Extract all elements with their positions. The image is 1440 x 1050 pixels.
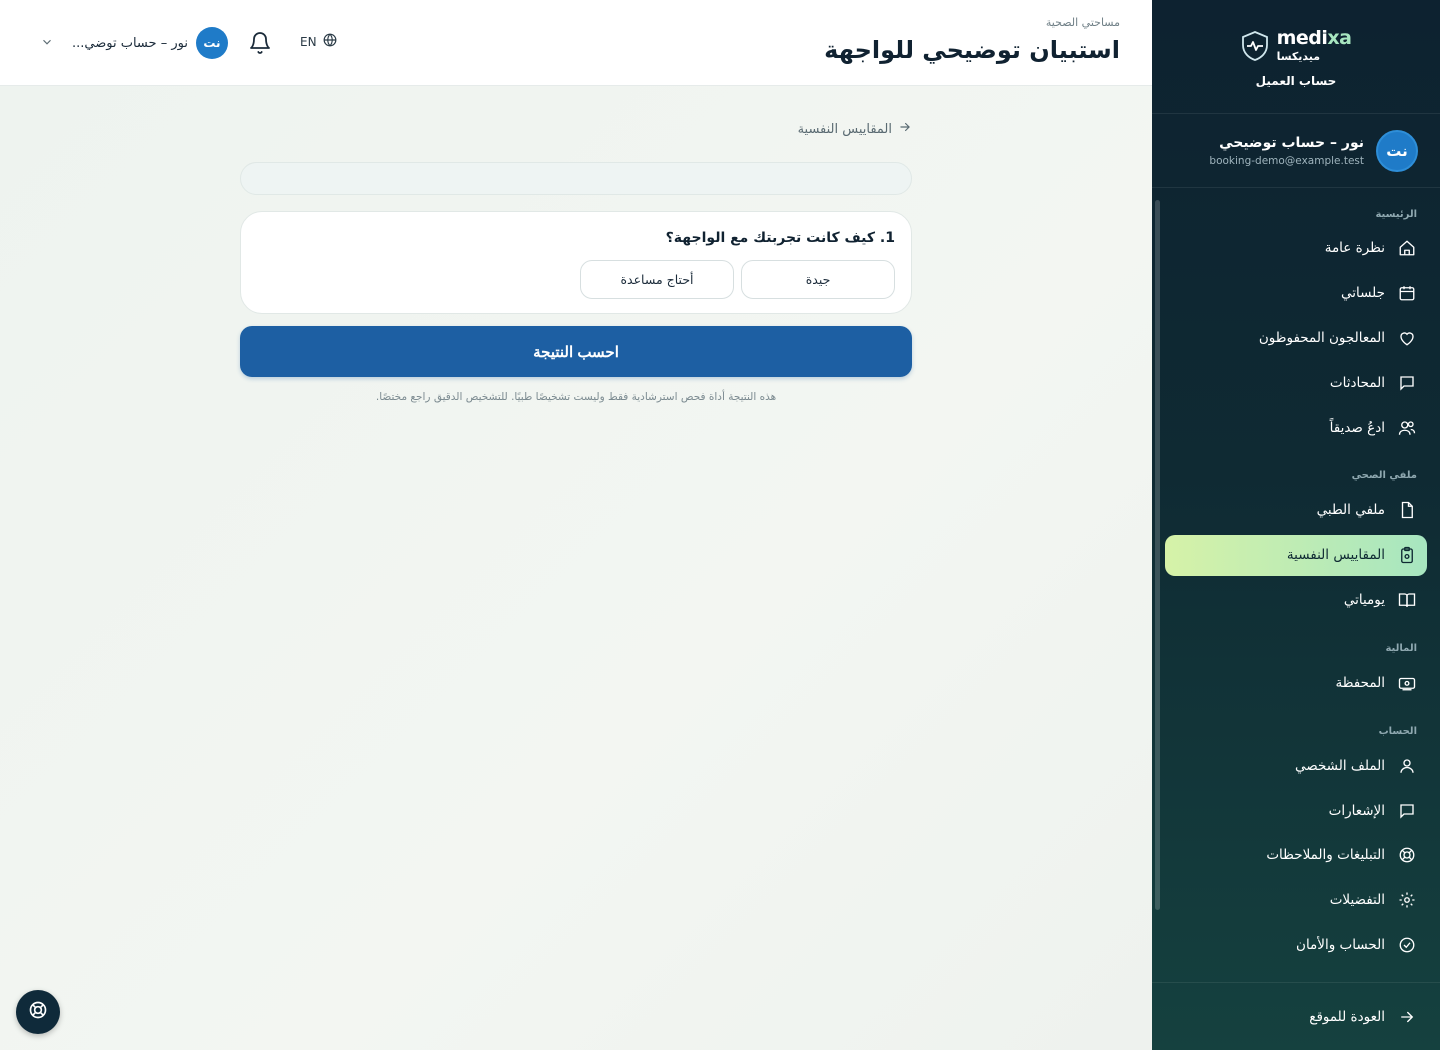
back-to-site-link[interactable]: العودة للموقع [1152,982,1440,1050]
sidebar-item-label: ملفي الطبي [1316,502,1385,519]
sidebar-item-label: التفضيلات [1329,892,1385,909]
sidebar-item-saved-therapists[interactable]: المعالجون المحفوظون [1165,316,1427,361]
option-need-help[interactable]: أحتاج مساعدة [580,260,734,299]
sidebar-profile[interactable]: نت نور – حساب توضيحي booking-demo@exampl… [1152,114,1440,188]
brand-area: medixa ميديكسا حساب العميل [1152,0,1440,114]
sidebar-item-label: المحادثات [1329,374,1385,391]
clipboard-icon [1397,545,1417,565]
help-button[interactable] [16,990,60,1034]
sidebar-nav: الرئيسية نظرة عامة جلساتي المعالجون المح… [1152,196,1440,967]
sidebar-item-diary[interactable]: يومياتي [1165,578,1427,623]
sidebar-item-preferences[interactable]: التفضيلات [1165,878,1427,923]
section-account: الحساب [1378,725,1417,737]
wallet-icon [1397,673,1417,693]
chevron-down-icon [40,34,54,53]
profile-email: booking-demo@example.test [1209,154,1364,167]
brand-name-en-part1: medi [1276,27,1328,49]
user-menu[interactable]: نور – حساب توضي... نت [40,27,228,59]
section-health: ملفي الصحي [1351,470,1417,482]
sidebar-item-label: المعالجون المحفوظون [1258,329,1385,346]
check-circle-icon [1397,935,1417,955]
sidebar-item-label: نظرة عامة [1324,240,1385,257]
back-link-label: المقاييس النفسية [797,121,892,137]
sidebar-item-reports[interactable]: التبليغات والملاحظات [1165,833,1427,878]
disclaimer-text: هذه النتيجة أداة فحص استرشادية فقط وليست… [375,391,777,403]
globe-icon [323,33,337,50]
language-switcher[interactable]: EN [300,33,337,50]
calendar-icon [1397,283,1417,303]
section-finance: المالية [1385,643,1417,655]
user-name: نور – حساب توضي... [72,35,188,51]
sidebar: medixa ميديكسا حساب العميل نت نور – حساب… [1152,0,1440,1050]
sidebar-item-sessions[interactable]: جلساتي [1165,271,1427,316]
book-icon [1397,590,1417,610]
calculate-result-button[interactable]: احسب النتيجة [240,326,912,377]
sidebar-item-medical-file[interactable]: ملفي الطبي [1165,488,1427,533]
bell-icon[interactable] [248,30,272,56]
logo[interactable]: medixa ميديكسا [1241,29,1352,62]
sidebar-item-label: ادعُ صديقاً [1329,419,1385,436]
sidebar-item-invite[interactable]: ادعُ صديقاً [1165,405,1427,450]
user-icon [1397,756,1417,776]
language-label: EN [300,34,317,49]
sidebar-item-wallet[interactable]: المحفظة [1165,661,1427,706]
back-to-site-label: العودة للموقع [1309,1008,1385,1025]
brand-name-ar: ميديكسا [1276,50,1321,63]
arrow-right-icon [1397,1007,1417,1027]
sidebar-item-label: المحفظة [1335,674,1385,691]
sidebar-item-label: الملف الشخصي [1295,757,1385,774]
users-icon [1397,418,1417,438]
sidebar-item-label: جلساتي [1341,285,1385,302]
sidebar-item-chats[interactable]: المحادثات [1165,360,1427,405]
sidebar-item-notifications[interactable]: الإشعارات [1165,788,1427,833]
brand-name-en: medixa [1277,29,1352,48]
sidebar-item-security[interactable]: الحساب والأمان [1165,923,1427,968]
sidebar-item-label: المقاييس النفسية [1286,547,1385,564]
sidebar-item-label: الإشعارات [1328,802,1385,819]
brand-name-en-part2: xa [1327,27,1352,49]
top-header: مساحتي الصحية استبيان توضيحي للواجهة EN … [0,0,1152,86]
lifebuoy-icon [1397,845,1417,865]
sidebar-item-psych-scales[interactable]: المقاييس النفسية [1165,534,1427,576]
shield-pulse-icon [1241,30,1269,61]
message-icon [1397,801,1417,821]
file-icon [1397,500,1417,520]
chat-icon [1397,373,1417,393]
page-title: استبيان توضيحي للواجهة [824,36,1120,64]
account-type-label: حساب العميل [1255,74,1337,88]
sidebar-item-label: الحساب والأمان [1296,936,1385,953]
section-home: الرئيسية [1375,208,1417,220]
heart-icon [1397,328,1417,348]
main-content: المقاييس النفسية 1. كيف كانت تجربتك مع ا… [0,86,1152,1050]
lifebuoy-icon [28,1000,48,1024]
option-good[interactable]: جيدة [741,260,895,299]
gear-icon [1397,890,1417,910]
avatar: نت [195,27,228,59]
sidebar-item-label: التبليغات والملاحظات [1266,847,1385,864]
sidebar-item-profile[interactable]: الملف الشخصي [1165,743,1427,788]
arrow-right-icon [898,120,912,138]
sidebar-item-overview[interactable]: نظرة عامة [1165,226,1427,271]
avatar: نت [1376,129,1418,172]
question-card: 1. كيف كانت تجربتك مع الواجهة؟ جيدة أحتا… [240,211,912,314]
progress-bar [240,162,912,195]
question-text: 1. كيف كانت تجربتك مع الواجهة؟ [665,230,895,246]
back-to-scales-link[interactable]: المقاييس النفسية [798,120,912,138]
profile-name: نور – حساب توضيحي [1219,134,1364,151]
home-icon [1397,238,1417,258]
breadcrumb[interactable]: مساحتي الصحية [1046,16,1120,29]
sidebar-item-label: يومياتي [1343,592,1385,609]
